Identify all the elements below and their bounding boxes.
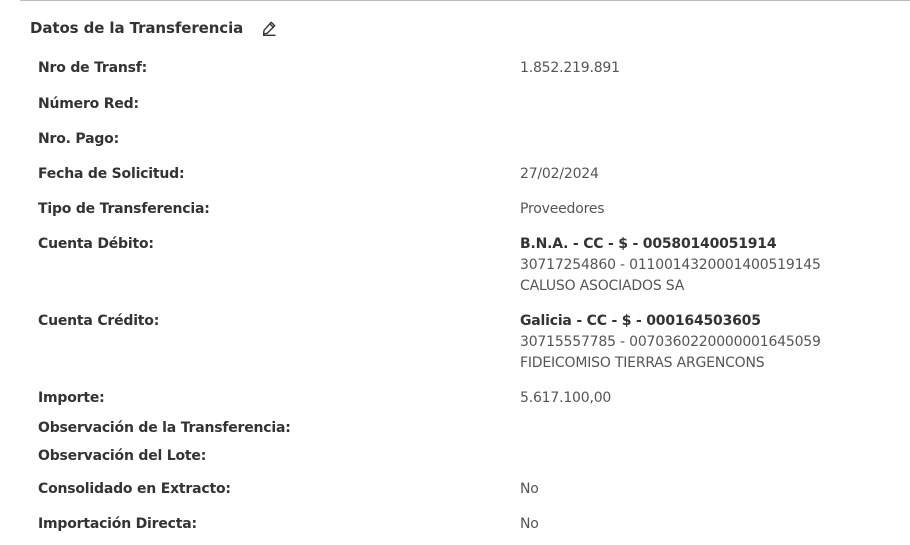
- field-label: Consolidado en Extracto:: [38, 481, 231, 497]
- field-value: No: [520, 514, 539, 535]
- field-label: Fecha de Solicitud:: [38, 166, 185, 182]
- account-title: Galicia - CC - $ - 000164503605: [520, 313, 761, 329]
- field-label: Número Red:: [38, 96, 139, 112]
- field-value-text: Proveedores: [520, 201, 605, 217]
- account-cuit-cbu: 30715557785 - 0070360220000001645059: [520, 334, 821, 350]
- account-holder: CALUSO ASOCIADOS SA: [520, 278, 685, 294]
- field-label: Tipo de Transferencia:: [38, 201, 210, 217]
- account-holder: FIDEICOMISO TIERRAS ARGENCONS: [520, 355, 765, 371]
- field-value: 1.852.219.891: [520, 58, 620, 79]
- field-value-text: 27/02/2024: [520, 166, 599, 182]
- field-value-text: No: [520, 481, 539, 497]
- field-value: B.N.A. - CC - $ - 00580140051914 3071725…: [520, 234, 821, 297]
- field-value-text: No: [520, 516, 539, 532]
- field-label: Observación de la Transferencia:: [38, 420, 291, 436]
- field-label: Observación del Lote:: [38, 448, 207, 464]
- field-value: 5.617.100,00: [520, 388, 611, 409]
- field-value-text: 1.852.219.891: [520, 60, 620, 76]
- field-label: Nro de Transf:: [38, 60, 148, 76]
- account-cuit-cbu: 30717254860 - 0110014320001400519145: [520, 257, 821, 273]
- field-label: Cuenta Débito:: [38, 236, 154, 252]
- field-value: Galicia - CC - $ - 000164503605 30715557…: [520, 311, 821, 374]
- pencil-edit-icon[interactable]: [261, 20, 277, 36]
- field-label: Importe:: [38, 390, 105, 406]
- section-title: Datos de la Transferencia: [30, 19, 244, 37]
- field-value-text: 5.617.100,00: [520, 390, 612, 406]
- account-title: B.N.A. - CC - $ - 00580140051914: [520, 236, 777, 252]
- field-label: Nro. Pago:: [38, 131, 120, 147]
- field-value: 27/02/2024: [520, 164, 599, 185]
- field-label: Importación Directa:: [38, 516, 197, 532]
- field-label: Cuenta Crédito:: [38, 313, 160, 329]
- field-value: Proveedores: [520, 199, 605, 220]
- top-divider: [20, 0, 910, 1]
- section-header: Datos de la Transferencia: [30, 16, 277, 40]
- field-value: No: [520, 479, 539, 500]
